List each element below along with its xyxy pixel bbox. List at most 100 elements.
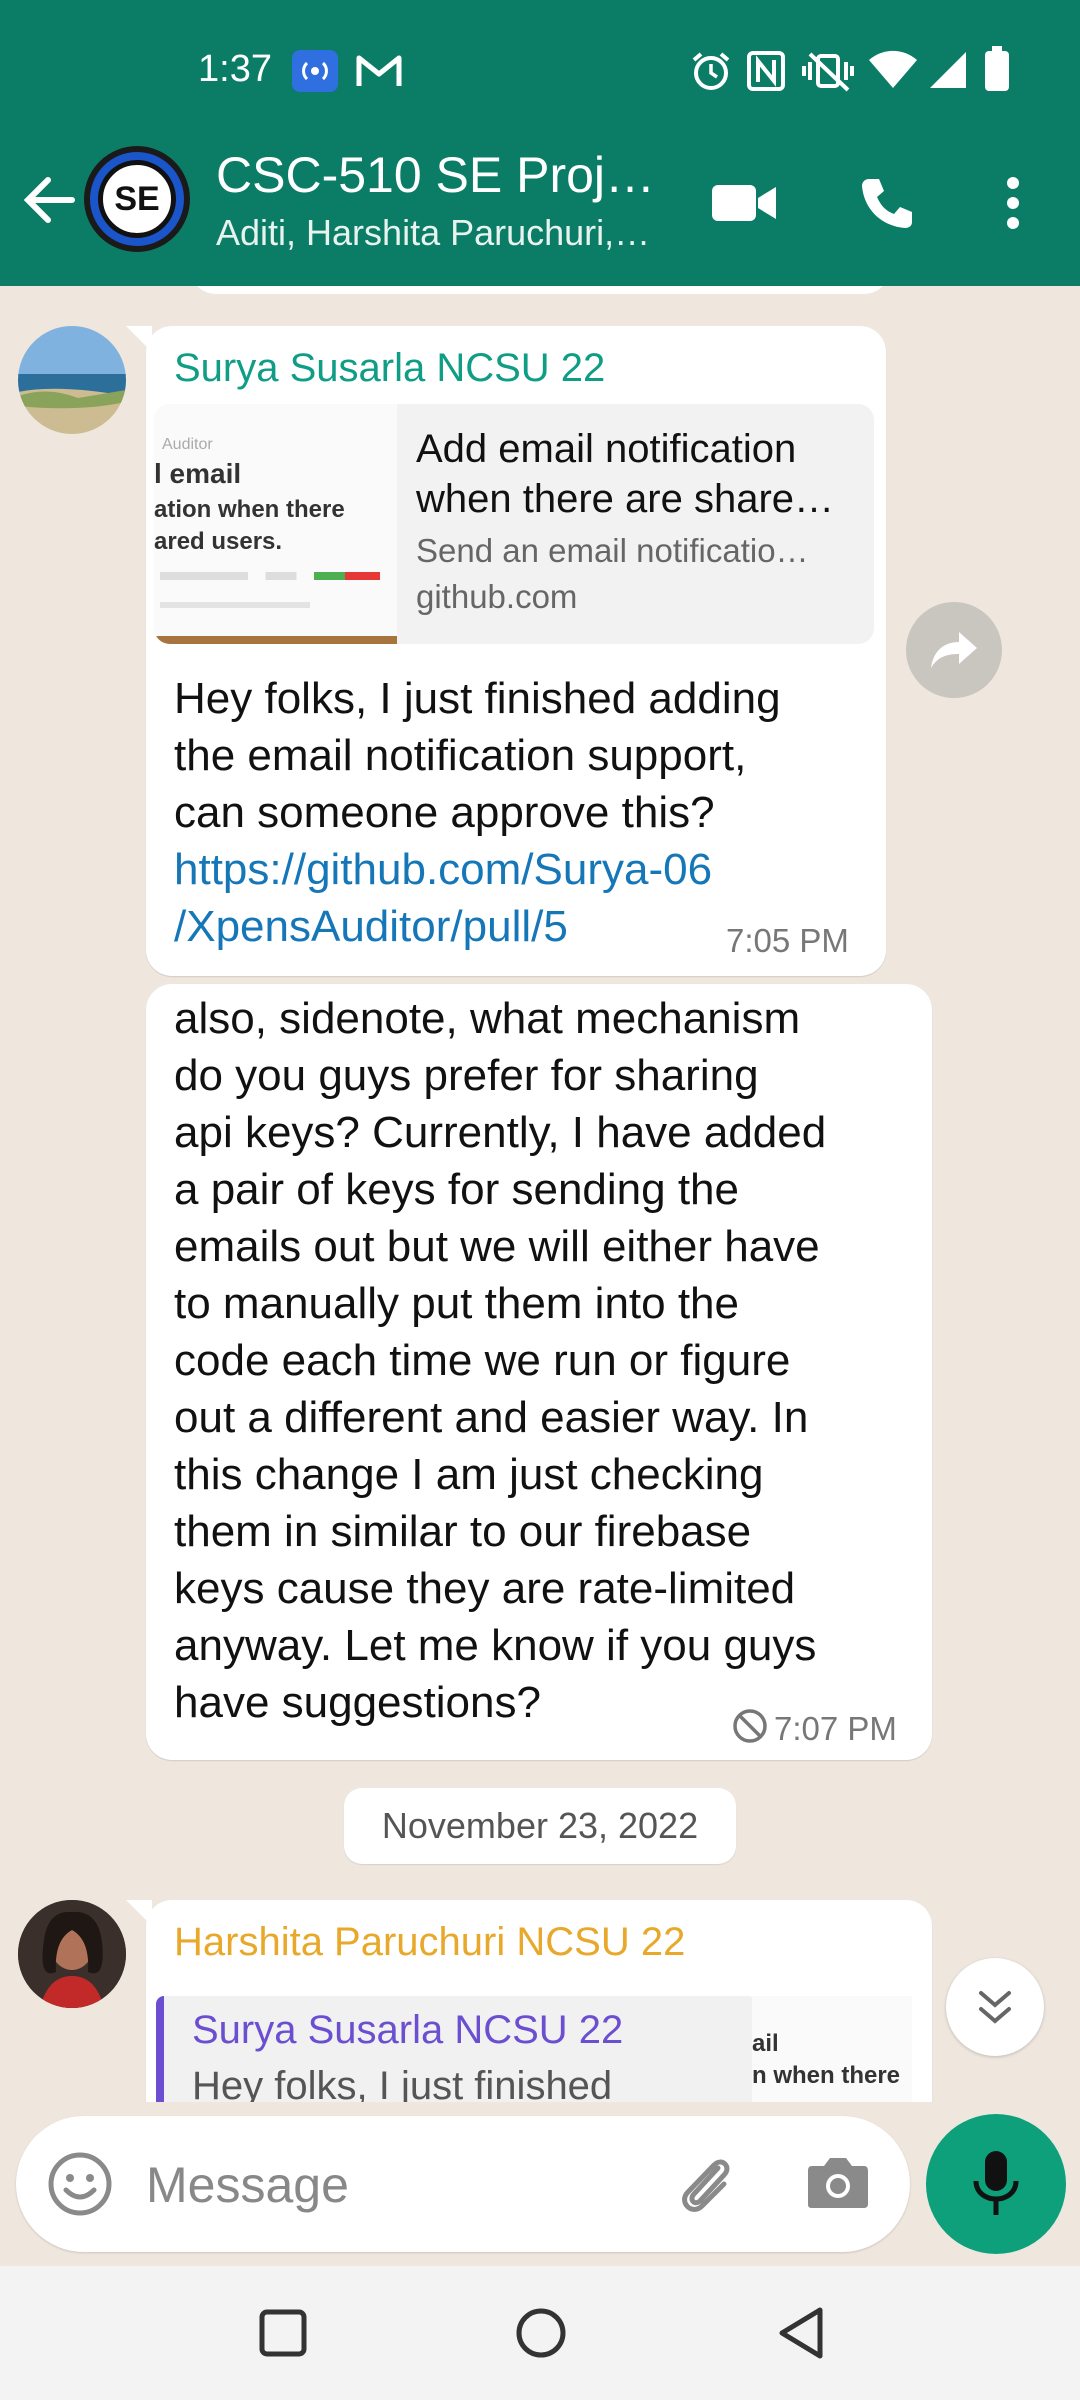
square-icon <box>259 2309 307 2357</box>
recents-button[interactable] <box>246 2296 320 2370</box>
camera-icon <box>808 2158 868 2208</box>
thumb-text: ared users. <box>154 528 283 555</box>
message-link[interactable]: https://github.com/Surya-06 <box>174 841 781 898</box>
attach-button[interactable] <box>672 2150 742 2225</box>
forward-icon <box>931 632 977 668</box>
scroll-to-bottom-button[interactable] <box>946 1958 1044 2056</box>
message-bubble-3[interactable]: Harshita Paruchuri NCSU 22 Surya Susarla… <box>146 1900 932 2102</box>
message-line: them in similar to our firebase <box>174 1507 752 1556</box>
status-bar: 1:37 <box>0 0 1080 140</box>
thumb-text: l email <box>154 458 242 489</box>
sender-name[interactable]: Surya Susarla NCSU 22 <box>174 346 605 391</box>
voice-call-button[interactable] <box>852 168 922 238</box>
message-time: 7:05 PM <box>726 922 849 959</box>
back-nav-button[interactable] <box>764 2296 838 2370</box>
wifi-icon <box>868 50 918 90</box>
back-button[interactable] <box>22 170 76 230</box>
thumb-text: n when there <box>752 2062 901 2089</box>
arrow-left-icon <box>23 177 75 223</box>
link-preview-thumbnail: Auditor l email ation when there ared us… <box>154 404 397 644</box>
message-line: out a different and easier way. In <box>174 1393 809 1442</box>
previous-bubble-edge <box>190 286 890 294</box>
sender-avatar-surya[interactable] <box>18 326 126 434</box>
message-line: this change I am just checking <box>174 1450 764 1499</box>
thumb-text: Auditor <box>162 436 213 453</box>
link-preview[interactable]: Auditor l email ation when there ared us… <box>154 404 874 644</box>
thumb-text: ation when there <box>154 496 345 523</box>
message-line: do you guys prefer for sharing <box>174 1051 759 1100</box>
paperclip-icon <box>682 2159 730 2212</box>
system-navigation-bar <box>0 2266 1080 2400</box>
chat-participants[interactable]: Aditi, Harshita Paruchuri,… <box>216 212 650 254</box>
emoji-icon <box>48 2152 112 2216</box>
vibrate-icon <box>798 50 858 92</box>
message-placeholder: Message <box>146 2157 349 2213</box>
sender-avatar-harshita[interactable] <box>18 1900 126 2008</box>
nfc-icon <box>746 50 786 91</box>
camera-button[interactable] <box>806 2152 870 2217</box>
link-preview-site: github.com <box>416 578 578 615</box>
home-button[interactable] <box>504 2296 578 2370</box>
message-link[interactable]: /XpensAuditor/pull/5 <box>174 898 781 955</box>
alarm-icon <box>690 50 732 90</box>
beach-photo-icon <box>18 326 126 434</box>
chat-header: SE CSC-510 SE Proj… Aditi, Harshita Paru… <box>0 140 1080 286</box>
quoted-text: Hey folks, I just finished <box>192 2064 613 2102</box>
status-time: 1:37 <box>198 48 272 90</box>
thumb-meta-row <box>160 602 310 608</box>
message-bubble-2[interactable]: also, sidenote, what mechanism do you gu… <box>146 984 932 1760</box>
message-text: Hey folks, I just finished adding the em… <box>174 670 781 955</box>
top-app-bar: 1:37 SE CSC-510 SE Proj… Aditi, Harshita… <box>0 0 1080 286</box>
quoted-sender: Surya Susarla NCSU 22 <box>192 2008 624 2052</box>
link-preview-title: Add email notification when there are sh… <box>416 424 834 524</box>
message-line: api keys? Currently, I have added <box>174 1108 827 1157</box>
composer-bar: Message <box>0 2102 1080 2266</box>
message-line: can someone approve this? <box>174 788 715 837</box>
thumb-text: ail <box>752 2030 779 2057</box>
message-line: keys cause they are rate-limited <box>174 1564 796 1613</box>
message-line: emails out but we will either have <box>174 1222 820 1271</box>
message-line: to manually put them into the <box>174 1279 739 1328</box>
emoji-button[interactable] <box>46 2150 114 2223</box>
link-preview-title-line: Add email notification <box>416 427 797 471</box>
message-line: also, sidenote, what mechanism <box>174 994 801 1043</box>
more-options-button[interactable] <box>978 168 1048 238</box>
video-camera-icon <box>712 185 776 221</box>
forward-button[interactable] <box>906 602 1002 698</box>
microphone-icon <box>973 2151 1019 2215</box>
link-preview-title-line: when there are share… <box>416 477 835 521</box>
date-divider: November 23, 2022 <box>344 1788 736 1864</box>
phone-icon <box>862 179 912 228</box>
message-text: also, sidenote, what mechanism do you gu… <box>174 990 826 1731</box>
double-chevron-down-icon <box>979 1991 1011 2024</box>
message-line: have suggestions? <box>174 1678 541 1727</box>
message-line: Hey folks, I just finished adding <box>174 674 781 723</box>
message-line: code each time we run or figure <box>174 1336 791 1385</box>
signal-icon <box>928 50 968 90</box>
disappearing-timer-icon <box>732 1708 768 1749</box>
message-line: a pair of keys for sending the <box>174 1165 739 1214</box>
message-line: the email notification support, <box>174 731 747 780</box>
chat-title[interactable]: CSC-510 SE Proj… <box>216 146 655 204</box>
broadcast-icon <box>292 50 338 92</box>
triangle-back-icon <box>779 2307 823 2359</box>
quoted-thumbnail: ail n when there <box>752 1996 912 2102</box>
quoted-message[interactable]: Surya Susarla NCSU 22 Hey folks, I just … <box>156 1996 756 2102</box>
message-time: 7:07 PM <box>774 1710 897 1747</box>
battery-icon <box>984 46 1010 91</box>
group-avatar-text: SE <box>98 160 176 238</box>
group-avatar[interactable]: SE <box>84 146 190 252</box>
more-vert-icon <box>1007 177 1019 229</box>
gmail-icon <box>356 54 402 94</box>
message-input[interactable]: Message <box>16 2116 910 2252</box>
message-line: anyway. Let me know if you guys <box>174 1621 817 1670</box>
video-call-button[interactable] <box>710 168 780 238</box>
person-photo-icon <box>18 1900 126 2008</box>
link-preview-description: Send an email notificatio… <box>416 532 809 569</box>
voice-message-button[interactable] <box>926 2114 1066 2254</box>
message-list[interactable]: Surya Susarla NCSU 22 Auditor l email at… <box>0 286 1080 2102</box>
message-bubble-1[interactable]: Surya Susarla NCSU 22 Auditor l email at… <box>146 326 886 976</box>
thumb-stats-row <box>160 572 380 580</box>
sender-name[interactable]: Harshita Paruchuri NCSU 22 <box>174 1920 685 1965</box>
circle-icon <box>516 2308 566 2358</box>
